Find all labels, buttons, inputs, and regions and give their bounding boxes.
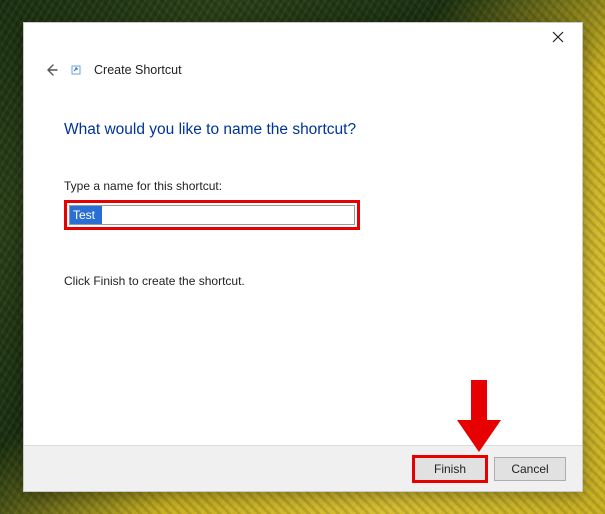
arrow-left-icon: [43, 62, 59, 78]
wizard-info-text: Click Finish to create the shortcut.: [64, 274, 542, 288]
back-button[interactable]: [42, 61, 60, 79]
wizard-footer: Finish Cancel: [24, 445, 582, 491]
wizard-heading: What would you like to name the shortcut…: [64, 121, 542, 139]
close-icon: [552, 31, 564, 43]
shortcut-wizard-icon: [70, 63, 84, 77]
wizard-header: Create Shortcut: [24, 51, 582, 79]
desktop-background: Create Shortcut What would you like to n…: [0, 0, 605, 514]
name-label: Type a name for this shortcut:: [64, 179, 542, 193]
shortcut-name-input[interactable]: [69, 205, 355, 225]
create-shortcut-wizard-window: Create Shortcut What would you like to n…: [23, 22, 583, 492]
finish-button[interactable]: Finish: [414, 457, 486, 481]
titlebar: [24, 23, 582, 51]
cancel-button[interactable]: Cancel: [494, 457, 566, 481]
wizard-title: Create Shortcut: [94, 63, 182, 77]
close-button[interactable]: [536, 25, 580, 49]
wizard-content: What would you like to name the shortcut…: [24, 79, 582, 445]
name-input-highlight: [64, 200, 360, 230]
